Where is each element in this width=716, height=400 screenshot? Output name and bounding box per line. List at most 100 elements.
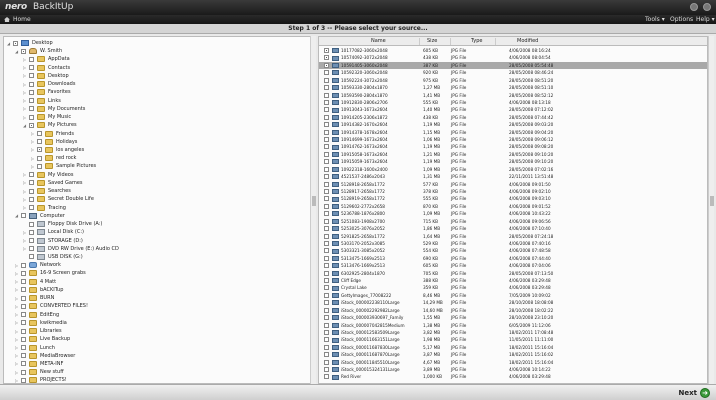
tree-item[interactable]: ▷ Sample Pictures xyxy=(30,162,96,170)
next-button[interactable]: Next ➜ xyxy=(679,388,710,398)
file-list-scrollbar[interactable] xyxy=(708,36,714,384)
row-checkbox[interactable] xyxy=(324,367,329,373)
row-checkbox[interactable] xyxy=(324,270,329,276)
tree-checkbox[interactable] xyxy=(21,303,26,309)
row-checkbox[interactable] xyxy=(324,151,329,157)
expand-icon[interactable]: ◢ xyxy=(14,49,19,54)
table-row[interactable]: 5313475-1669x2513 690 KB JPG File 4/06/2008… xyxy=(319,255,707,262)
expand-icon[interactable]: ▷ xyxy=(14,320,19,325)
row-checkbox[interactable] xyxy=(324,159,329,165)
tree-checkbox[interactable] xyxy=(21,279,26,285)
tree-item[interactable]: ▷ Contacts xyxy=(22,64,70,72)
table-row[interactable]: 10913043-1673x2604 1,40 MB JPG File 28/05/2… xyxy=(319,106,707,113)
tree-item[interactable]: ▷ los angeles xyxy=(30,146,84,154)
table-row[interactable]: 10574092-3072x2048 438 KB JPG File 4/06/200… xyxy=(319,54,707,61)
tree-checkbox[interactable] xyxy=(21,287,26,293)
tree-checkbox[interactable] xyxy=(21,353,26,359)
expand-icon[interactable]: ▷ xyxy=(14,304,19,309)
table-row[interactable]: GettyImages_77008222 8,46 MB JPG File 7/05/… xyxy=(319,292,707,299)
table-row[interactable]: iStock_000003930697_Family 1,55 MB JPG Fil… xyxy=(319,314,707,321)
tree-item[interactable]: ▷ red rock xyxy=(30,154,76,162)
table-row[interactable]: 10914762-1673x2604 1,19 MB JPG File 28/05/2… xyxy=(319,143,707,150)
options-menu[interactable]: Options xyxy=(670,15,693,24)
table-row[interactable]: Cliff Edge 388 KB JPG File 4/06/2008 03:29:… xyxy=(319,277,707,284)
table-row[interactable]: 10591405-3060x2048 387 KB JPG File 28/05/20… xyxy=(319,61,707,70)
table-row[interactable]: 6302925-2804x1870 705 KB JPG File 28/05/200… xyxy=(319,270,707,277)
tree-item[interactable]: ▷ AppData xyxy=(22,55,70,63)
tree-item[interactable]: ▷ DVD RW Drive (E:) Audio CD xyxy=(22,245,119,253)
tree-item[interactable]: ▷ MediaBrowser xyxy=(14,352,75,360)
row-checkbox[interactable] xyxy=(324,344,329,350)
table-row[interactable]: 5128919-2658x1772 555 KB JPG File 4/06/2008… xyxy=(319,195,707,202)
row-checkbox[interactable] xyxy=(324,166,329,172)
file-scroll-thumb[interactable] xyxy=(710,196,714,206)
table-row[interactable]: 5291825-2658x1772 1,64 MB JPG File 28/05/20… xyxy=(319,233,707,240)
expand-icon[interactable]: ▷ xyxy=(14,279,19,284)
expand-icon[interactable]: ▷ xyxy=(14,312,19,317)
tree-checkbox[interactable] xyxy=(29,196,34,202)
tree-item[interactable]: ▷ Live Backup xyxy=(14,335,70,343)
table-row[interactable]: iStock_000015324131Large 3,89 MB JPG File 4… xyxy=(319,366,707,373)
tree-item[interactable]: ◢ Desktop xyxy=(6,39,53,47)
expand-icon[interactable]: ▷ xyxy=(22,57,27,62)
table-row[interactable]: 10593590-2804x1870 1,41 MB JPG File 28/05/2… xyxy=(319,92,707,99)
table-row[interactable]: 5236788-1876x2800 1,09 MB JPG File 4/06/200… xyxy=(319,210,707,217)
minimize-icon[interactable] xyxy=(690,3,698,11)
table-row[interactable]: 4521537-2486x2043 1,31 MB JPG File 22/11/20… xyxy=(319,173,707,180)
tree-item[interactable]: ▷ My Videos xyxy=(22,171,73,179)
file-list[interactable]: Name Size Type Modified 10177082-3060x20… xyxy=(318,36,708,384)
column-modified[interactable]: Modified xyxy=(517,37,538,46)
tree-checkbox[interactable] xyxy=(21,320,26,326)
row-checkbox[interactable] xyxy=(324,322,329,328)
row-checkbox[interactable] xyxy=(324,92,329,98)
table-row[interactable]: 5303170-2052x3085 529 KB JPG File 4/06/2008… xyxy=(319,240,707,247)
tree-scrollbar[interactable] xyxy=(310,36,316,384)
tree-item[interactable]: ▷ bACKITup xyxy=(14,286,63,294)
table-row[interactable]: 10914699-1673x2604 1,06 MB JPG File 28/05/2… xyxy=(319,136,707,143)
tree-checkbox[interactable] xyxy=(29,89,34,95)
tree-item[interactable]: Floppy Disk Drive (A:) xyxy=(22,220,102,228)
row-checkbox[interactable] xyxy=(324,114,329,120)
column-size[interactable]: Size xyxy=(427,37,437,46)
table-row[interactable]: iStock_000002238110Large 14,29 MB JPG File… xyxy=(319,299,707,306)
source-tree[interactable]: ◢ Desktop ◢ W. Smith ▷ AppData ▷ Contacts ▷ Deskt… xyxy=(3,36,311,384)
tree-item[interactable]: ▷ PROJECTS! xyxy=(14,376,67,383)
tree-checkbox[interactable] xyxy=(29,98,34,104)
table-row[interactable]: 10914378-1678x2604 1,15 MB JPG File 28/05/2… xyxy=(319,129,707,136)
tree-item[interactable]: ▷ Saved Games xyxy=(22,179,83,187)
expand-icon[interactable]: ▷ xyxy=(14,345,19,350)
tree-checkbox[interactable] xyxy=(29,221,34,227)
expand-icon[interactable]: ▷ xyxy=(22,115,27,120)
table-row[interactable]: 5128917-2658x1772 378 KB JPG File 4/06/2008… xyxy=(319,188,707,195)
tree-checkbox[interactable] xyxy=(21,328,26,334)
expand-icon[interactable]: ▷ xyxy=(14,370,19,375)
row-checkbox[interactable] xyxy=(324,255,329,261)
table-row[interactable]: 10593330-2804x1870 1,27 MB JPG File 28/05/2… xyxy=(319,84,707,91)
table-row[interactable]: 5313476-1669x2513 605 KB JPG File 4/06/2008… xyxy=(319,262,707,269)
tree-checkbox[interactable] xyxy=(29,180,34,186)
expand-icon[interactable]: ▷ xyxy=(30,139,35,144)
tree-item[interactable]: ▷ My Music xyxy=(22,113,71,121)
table-row[interactable]: 10915059-1673x2604 1,19 MB JPG File 28/05/2… xyxy=(319,158,707,165)
column-type[interactable]: Type xyxy=(471,37,482,46)
expand-icon[interactable]: ▷ xyxy=(22,65,27,70)
expand-icon[interactable]: ▷ xyxy=(22,246,27,251)
tree-checkbox[interactable] xyxy=(29,205,34,211)
row-checkbox[interactable] xyxy=(324,48,329,53)
expand-icon[interactable]: ◢ xyxy=(14,213,19,218)
tree-checkbox[interactable] xyxy=(29,106,34,112)
row-checkbox[interactable] xyxy=(324,374,329,380)
table-row[interactable]: 5253025-3076x2052 1,86 MB JPG File 4/06/200… xyxy=(319,225,707,232)
tree-item[interactable]: ▷ STORAGE (D:) xyxy=(22,237,83,245)
table-row[interactable]: iStock_000007042815Medium 1,38 MB JPG File… xyxy=(319,322,707,329)
row-checkbox[interactable] xyxy=(324,315,329,321)
expand-icon[interactable] xyxy=(22,222,27,227)
tools-menu[interactable]: Tools ▾ xyxy=(645,15,665,24)
tree-item[interactable]: ▷ Downloads xyxy=(22,80,75,88)
close-icon[interactable] xyxy=(703,3,711,11)
tree-item[interactable]: ▷ Favorites xyxy=(22,88,71,96)
tree-checkbox[interactable] xyxy=(21,345,26,350)
row-checkbox[interactable] xyxy=(324,181,329,187)
tree-item[interactable]: USB DISK (G:) xyxy=(22,253,83,261)
tree-checkbox[interactable] xyxy=(37,139,42,145)
